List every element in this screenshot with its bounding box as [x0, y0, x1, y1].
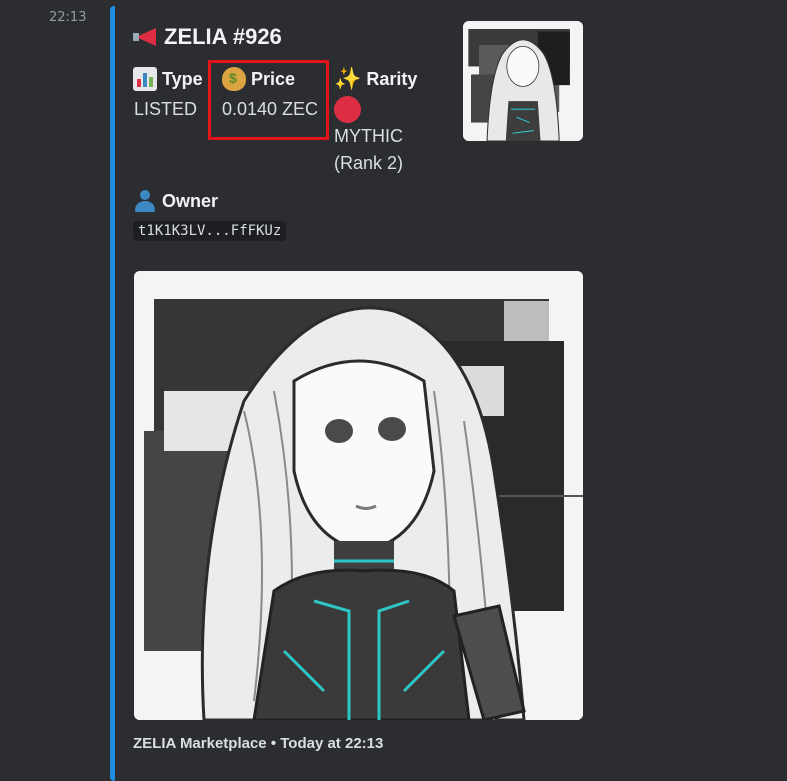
nft-main-image[interactable]	[134, 271, 583, 720]
price-highlight-box	[208, 60, 329, 140]
embed-footer: ZELIA Marketplace • Today at 22:13	[133, 735, 384, 752]
field-rarity-value-tier: MYTHIC	[334, 126, 403, 146]
sparkles-icon: ✨	[334, 67, 362, 92]
field-type-label: Type	[162, 68, 203, 89]
nft-thumbnail[interactable]	[463, 21, 583, 141]
message-timestamp: 22:13	[49, 10, 87, 25]
nft-thumbnail-art	[463, 21, 583, 141]
field-rarity-name: ✨ Rarity	[334, 67, 417, 92]
field-rarity-label: Rarity	[366, 69, 418, 89]
person-icon	[133, 189, 157, 213]
field-type-name: Type	[133, 67, 203, 91]
field-owner-label: Owner	[162, 190, 219, 211]
embed-title-text: ZELIA #926	[164, 24, 282, 49]
megaphone-icon	[133, 26, 159, 48]
nft-main-image-art	[134, 271, 583, 720]
field-type-value: LISTED	[134, 99, 198, 119]
rarity-red-circle-icon	[334, 96, 361, 123]
field-owner-name: Owner	[133, 189, 218, 213]
owner-address[interactable]: t1K1K3LV...FfFKUz	[133, 221, 287, 241]
field-rarity-value-rank: (Rank 2)	[334, 153, 404, 173]
embed-title: ZELIA #926	[133, 24, 282, 50]
bar-chart-icon	[133, 67, 157, 91]
